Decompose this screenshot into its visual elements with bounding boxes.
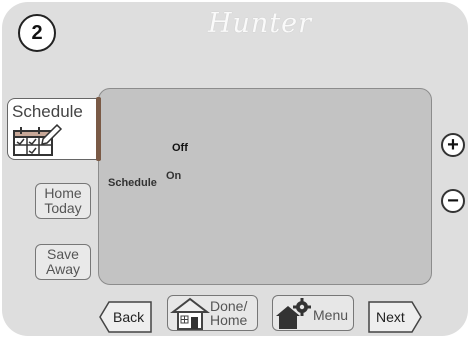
back-label: Back [113, 309, 145, 325]
save-away-line1: Save [47, 246, 79, 262]
done-home-line2: Home [210, 312, 248, 328]
menu-label: Menu [313, 307, 349, 323]
settings-house-icon [276, 298, 311, 329]
calendar-icon [13, 123, 63, 156]
home-today-line1: Home [44, 185, 82, 201]
on-option[interactable]: On [166, 170, 181, 182]
home-today-button[interactable]: Home Today [35, 183, 91, 219]
schedule-setting-label: Schedule [108, 177, 157, 189]
done-home-button[interactable]: Done/ Home [167, 295, 258, 331]
step-number-badge: 2 [18, 14, 56, 52]
minus-icon: − [447, 190, 459, 212]
tab-schedule-label: Schedule [12, 102, 83, 121]
back-button[interactable]: Back [99, 301, 153, 333]
plus-icon: + [447, 134, 459, 156]
house-icon [170, 297, 210, 330]
save-away-line2: Away [46, 261, 80, 277]
next-label: Next [376, 309, 405, 325]
menu-button[interactable]: Menu [272, 295, 354, 331]
off-option[interactable]: Off [172, 142, 188, 154]
active-tab-indicator [96, 97, 101, 161]
save-away-button[interactable]: Save Away [35, 244, 91, 280]
next-button[interactable]: Next [368, 301, 422, 333]
tab-schedule[interactable]: Schedule [7, 98, 101, 160]
home-today-line2: Today [44, 200, 82, 216]
minus-button[interactable]: − [441, 189, 465, 213]
plus-button[interactable]: + [441, 133, 465, 157]
brand-logo: Hunter [208, 8, 313, 39]
